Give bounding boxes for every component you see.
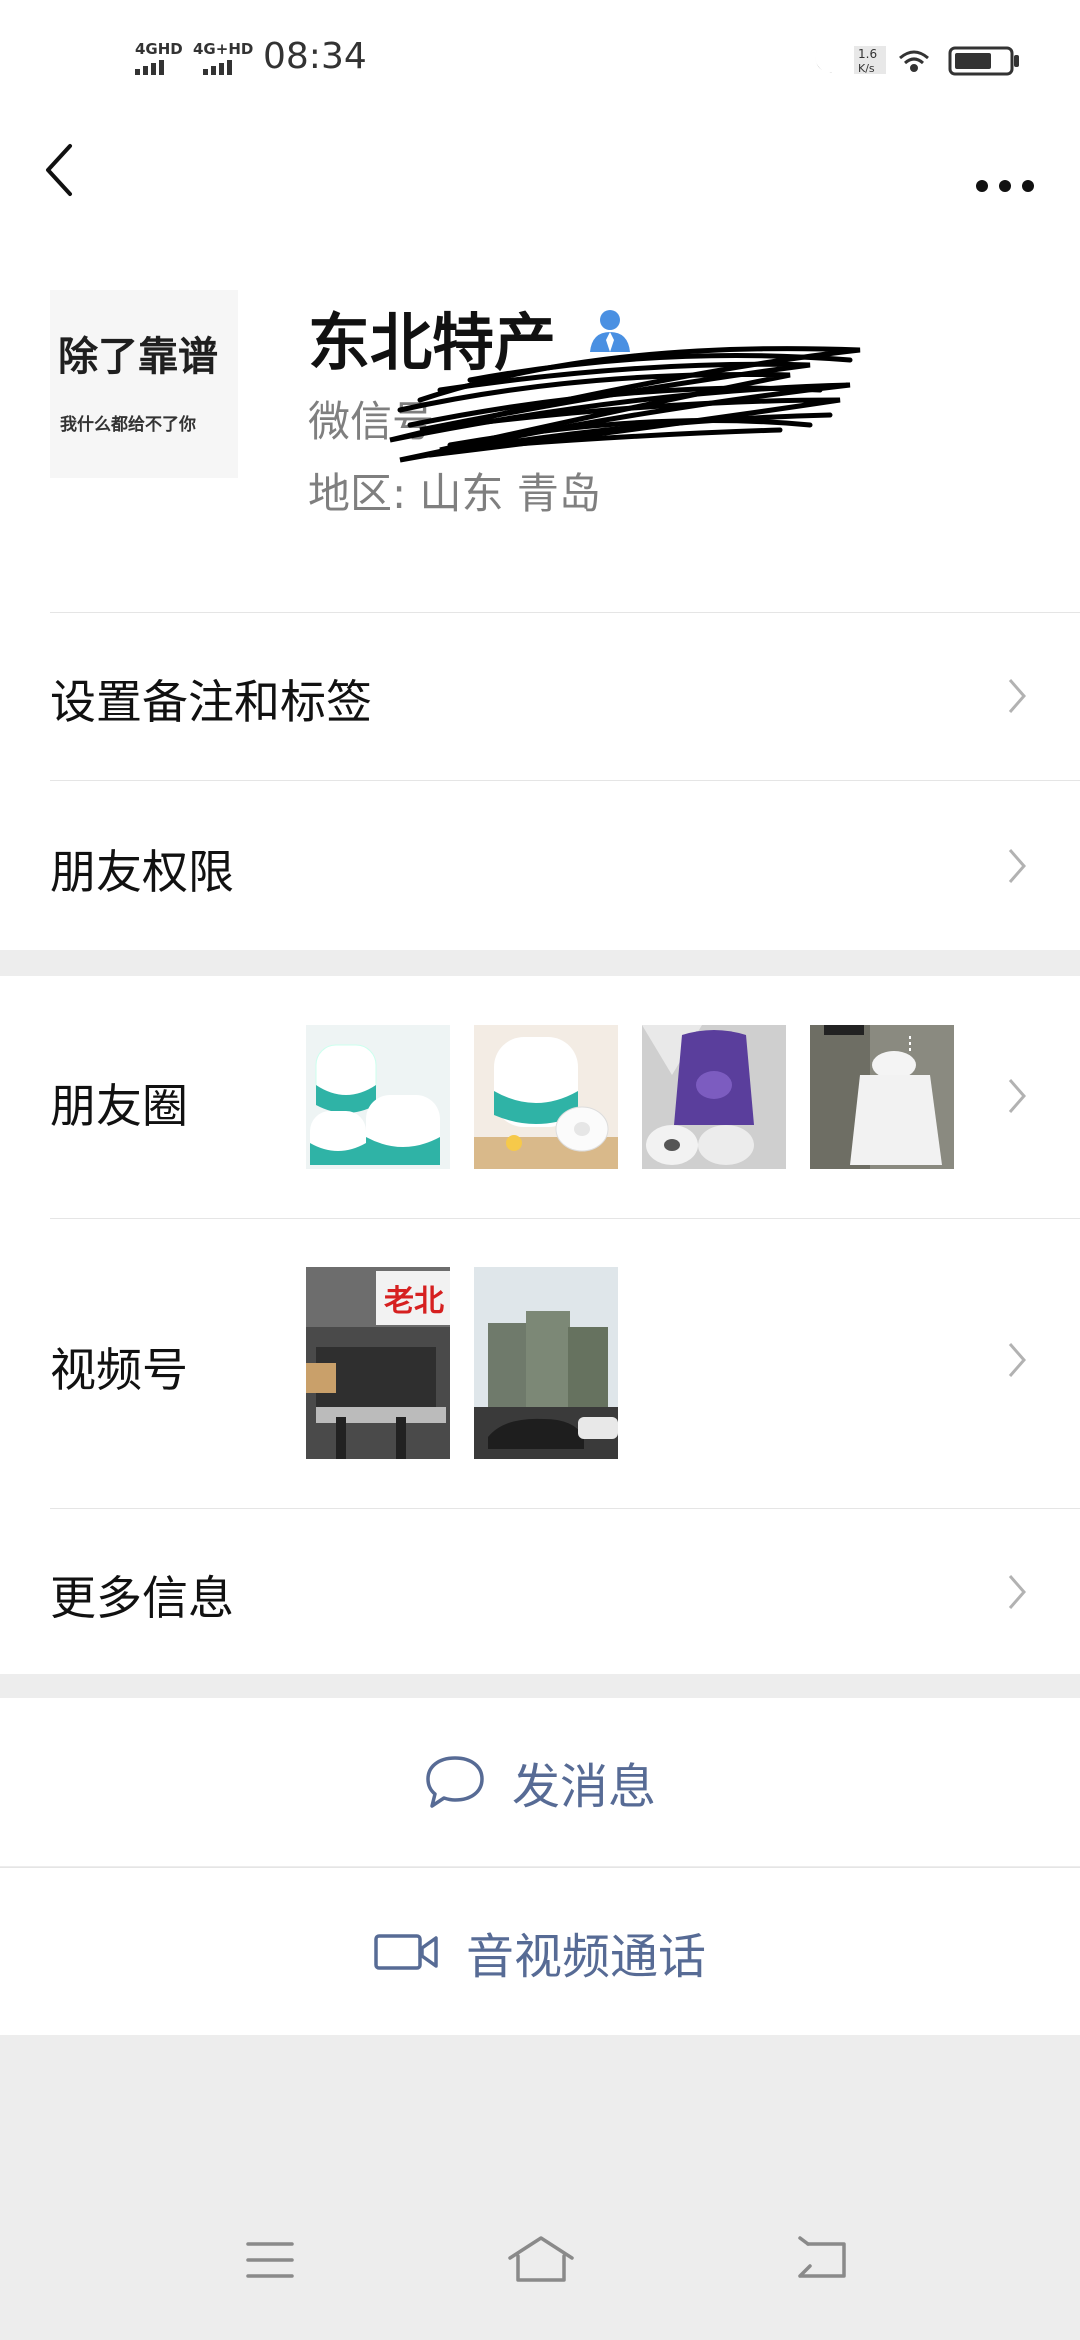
- row-label-more-info: 更多信息: [50, 1571, 234, 1625]
- row-moments[interactable]: 朋友圈: [0, 976, 1080, 1218]
- moments-photo-1: [306, 1025, 450, 1169]
- channels-video-2: [474, 1267, 618, 1459]
- svg-text:老北: 老北: [384, 1284, 444, 1319]
- status-icons: 1.6 K/s: [810, 40, 1040, 80]
- more-button[interactable]: [970, 140, 1040, 200]
- row-friend-permissions[interactable]: 朋友权限: [0, 780, 1080, 950]
- title-bar: [0, 120, 1080, 220]
- home-icon: [508, 2236, 574, 2282]
- moments-photo-4: [810, 1025, 954, 1169]
- svg-text:K/s: K/s: [858, 62, 875, 75]
- data-speed-icon: 1.6 K/s: [854, 46, 886, 75]
- video-call-button[interactable]: 音视频通话: [0, 1867, 1080, 2035]
- svg-text:1.6: 1.6: [858, 47, 877, 61]
- chat-bubble-icon: [426, 1756, 484, 1808]
- divider: [50, 780, 1080, 781]
- moon-icon: [815, 48, 844, 73]
- avatar[interactable]: 除了靠谱 我什么都给不了你: [50, 290, 238, 478]
- row-label-channels: 视频号: [50, 1343, 188, 1397]
- chevron-left-icon: [46, 144, 72, 196]
- chevron-right-icon: [1008, 679, 1026, 713]
- channels-video-1: 老北: [306, 1267, 450, 1459]
- back-button[interactable]: [40, 140, 80, 200]
- menu-button[interactable]: [240, 2230, 300, 2290]
- divider: [50, 612, 1080, 613]
- home-button[interactable]: [506, 2230, 576, 2290]
- return-icon: [798, 2236, 846, 2278]
- moments-photo-2: [474, 1025, 618, 1169]
- chevron-right-icon: [1008, 1575, 1026, 1609]
- divider: [50, 1218, 1080, 1219]
- signal-2-label: 4G+HD: [193, 40, 254, 58]
- signal-bars-icon: [203, 60, 232, 75]
- row-label-permissions: 朋友权限: [50, 845, 234, 899]
- chevron-right-icon: [1008, 1343, 1026, 1377]
- signal-bars-icon: [135, 60, 164, 75]
- moments-photo-3: [642, 1025, 786, 1169]
- avatar-text-main: 除了靠谱: [58, 334, 218, 380]
- row-label-moments: 朋友圈: [50, 1079, 188, 1133]
- send-message-label: 发消息: [511, 1759, 656, 1815]
- avatar-text-sub: 我什么都给不了你: [60, 415, 196, 435]
- row-more-info[interactable]: 更多信息: [0, 1508, 1080, 1674]
- region-text: 地区: 山东 青岛: [308, 469, 601, 518]
- clock: 08:34: [263, 36, 367, 77]
- divider: [50, 1508, 1080, 1509]
- system-nav-bar: [0, 2180, 1080, 2340]
- more-dots-icon: [976, 180, 1034, 192]
- profile-card: 除了靠谱 我什么都给不了你 东北特产 微信号 地区: 山东 青岛: [0, 220, 1080, 612]
- channels-thumbnails: 老北: [306, 1267, 618, 1459]
- video-camera-icon: [374, 1933, 438, 1970]
- status-bar: 4GHD 4G+HD 08:34 1.6 K/s: [0, 0, 1080, 120]
- wifi-icon: [899, 50, 929, 72]
- row-set-remark-tags[interactable]: 设置备注和标签: [0, 612, 1080, 780]
- signal-1-label: 4GHD: [135, 40, 183, 58]
- chevron-right-icon: [1008, 1079, 1026, 1113]
- moments-thumbnails: [306, 1025, 954, 1169]
- menu-icon: [246, 2242, 294, 2278]
- chevron-right-icon: [1008, 849, 1026, 883]
- redaction-scribble: [389, 346, 861, 463]
- row-channels[interactable]: 视频号 老北: [0, 1218, 1080, 1508]
- video-call-label: 音视频通话: [465, 1928, 706, 1985]
- send-message-button[interactable]: 发消息: [0, 1698, 1080, 1866]
- back-nav-button[interactable]: [792, 2230, 852, 2290]
- battery-icon: [948, 46, 1019, 76]
- row-label-remark: 设置备注和标签: [50, 675, 372, 729]
